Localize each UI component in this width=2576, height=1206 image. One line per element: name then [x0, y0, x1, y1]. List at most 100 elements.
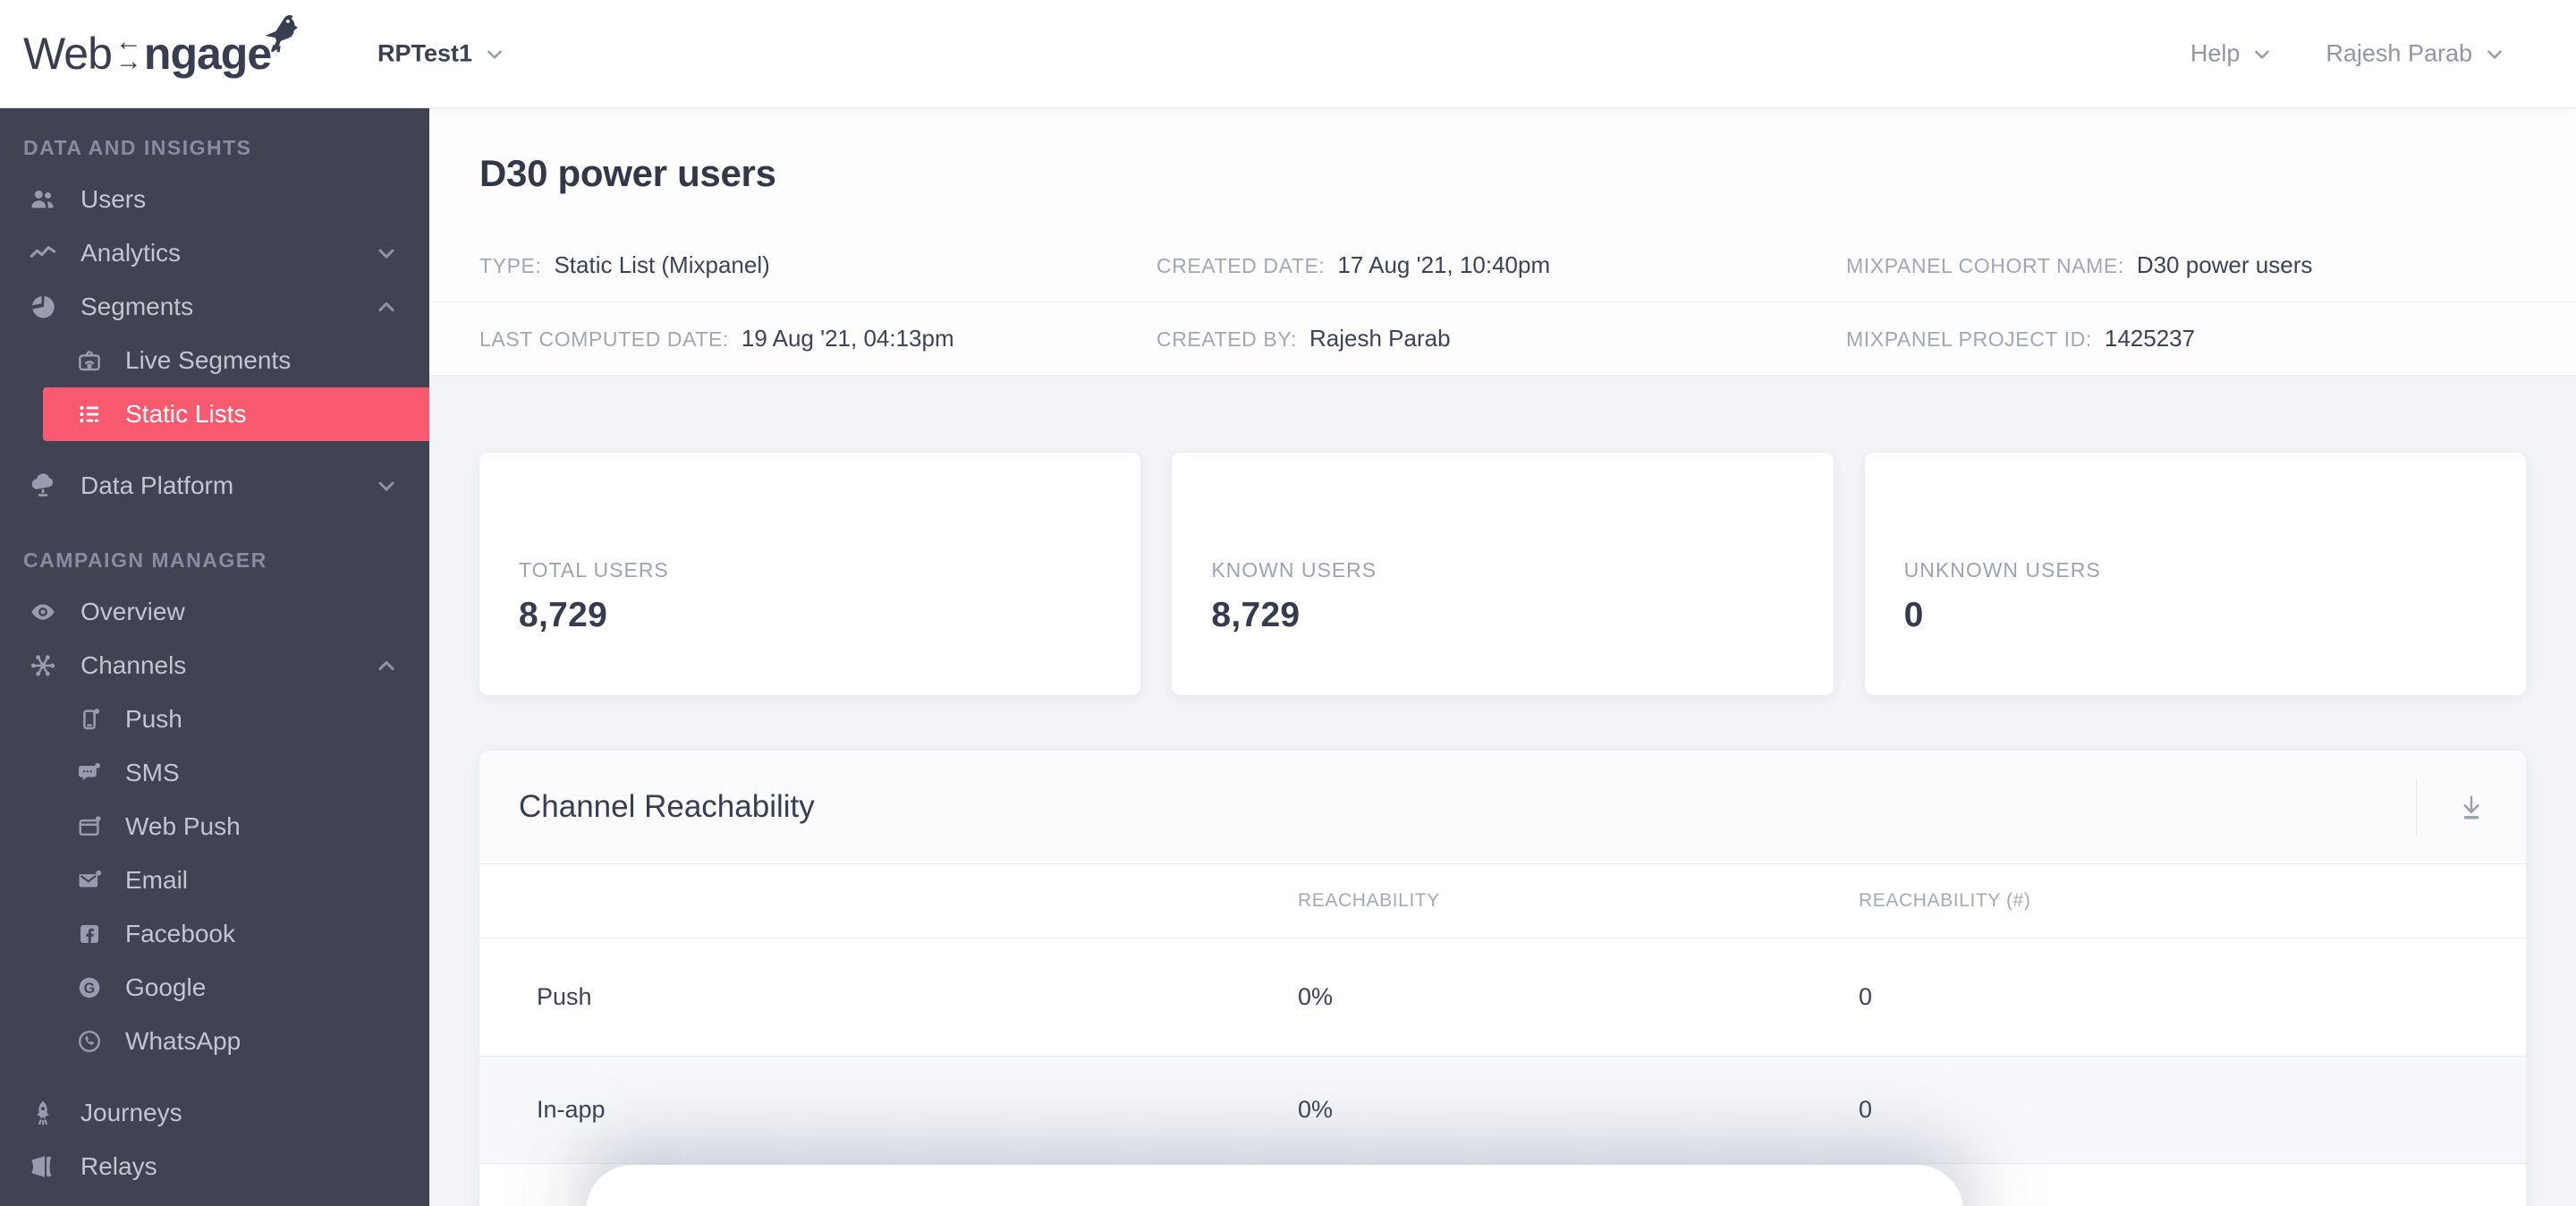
sidebar-item-facebook[interactable]: Facebook — [0, 907, 429, 961]
sidebar-item-google[interactable]: G Google — [0, 961, 429, 1015]
sidebar-item-label: Google — [125, 973, 207, 1001]
logo-arrows-icon: ← → — [114, 27, 142, 76]
sidebar-item-label: Live Segments — [125, 346, 292, 374]
meta-value: 17 Aug '21, 10:40pm — [1337, 251, 1551, 278]
sidebar: DATA AND INSIGHTS Users Analytics Segmen… — [0, 107, 429, 1206]
sidebar-item-channels[interactable]: Channels — [0, 639, 429, 692]
page-header: D30 power users TYPE: Static List (Mixpa… — [429, 107, 2576, 376]
sidebar-item-web-push[interactable]: Web Push — [0, 800, 429, 854]
meta-mixpanel-cohort-name: MIXPANEL COHORT NAME: D30 power users — [1846, 251, 2526, 279]
download-button[interactable] — [2416, 778, 2487, 836]
sidebar-item-segments[interactable]: Segments — [0, 280, 429, 334]
sidebar-item-label: WhatsApp — [125, 1027, 242, 1055]
sidebar-item-label: Static Lists — [125, 400, 247, 428]
sidebar-item-overview[interactable]: Overview — [0, 585, 429, 639]
sidebar-item-label: Data Platform — [80, 471, 234, 499]
total-users-card: TOTAL USERS 8,729 — [479, 453, 1141, 695]
eye-icon — [23, 598, 63, 626]
sidebar-item-label: Relays — [80, 1152, 157, 1180]
stat-value: 8,729 — [519, 596, 608, 634]
stat-label: TOTAL USERS — [519, 558, 669, 582]
webengage-logo[interactable]: Web ← → ngage — [23, 14, 299, 80]
meta-label: LAST COMPUTED DATE: — [479, 327, 729, 351]
webengage-bird-icon — [265, 14, 299, 53]
panel-header: Channel Reachability — [479, 751, 2526, 864]
meta-last-computed-date: LAST COMPUTED DATE: 19 Aug '21, 04:13pm — [479, 325, 1157, 352]
sidebar-item-users[interactable]: Users — [0, 173, 429, 226]
sidebar-item-label: Users — [80, 185, 147, 213]
meta-row-1: TYPE: Static List (Mixpanel) CREATED DAT… — [429, 229, 2576, 302]
table-row-in-app: In-app 0% 0 — [479, 1057, 2526, 1164]
bottom-floating-shadow — [586, 1165, 1963, 1206]
meta-value: D30 power users — [2136, 251, 2313, 278]
sms-channel-icon — [73, 760, 106, 786]
live-segments-icon — [73, 347, 106, 374]
rocket-icon — [23, 1099, 63, 1127]
cell-channel: In-app — [537, 1096, 606, 1123]
segments-icon — [23, 293, 63, 321]
web-push-channel-icon — [73, 813, 106, 840]
meta-label: MIXPANEL PROJECT ID: — [1846, 327, 2092, 351]
sidebar-item-push[interactable]: Push — [0, 692, 429, 746]
chevron-down-icon — [487, 49, 502, 59]
sidebar-item-label: Web Push — [125, 812, 241, 840]
user-menu[interactable]: Rajesh Parab — [2326, 40, 2506, 68]
sidebar-item-label: Analytics — [80, 239, 182, 267]
user-name: Rajesh Parab — [2326, 39, 2472, 67]
data-platform-icon — [23, 471, 63, 500]
cell-reachability: 0% — [1298, 983, 1334, 1010]
column-header-reachability: REACHABILITY — [1298, 890, 1440, 911]
analytics-icon — [23, 239, 63, 268]
sidebar-item-email[interactable]: Email — [0, 854, 429, 907]
logo-text-web: Web — [23, 29, 113, 79]
cell-reachability-count: 0 — [1859, 983, 1873, 1010]
svg-text:G: G — [84, 981, 96, 997]
unknown-users-card: UNKNOWN USERS 0 — [1864, 453, 2526, 695]
webengage-app: Web ←→ ngage RPTest1 Help Rajesh Parab — [0, 0, 2576, 1206]
facebook-icon — [73, 921, 106, 947]
project-selector[interactable]: RPTest1 — [377, 40, 506, 68]
sidebar-item-label: Channels — [80, 651, 187, 679]
cell-channel: Push — [537, 983, 592, 1010]
sidebar-item-sms[interactable]: SMS — [0, 746, 429, 800]
meta-label: TYPE: — [479, 254, 542, 277]
download-icon — [2463, 795, 2479, 820]
meta-value: Static List (Mixpanel) — [554, 251, 770, 278]
meta-mixpanel-project-id: MIXPANEL PROJECT ID: 1425237 — [1846, 325, 2526, 352]
sidebar-item-data-platform[interactable]: Data Platform — [0, 459, 429, 513]
sidebar-item-whatsapp[interactable]: WhatsApp — [0, 1015, 429, 1068]
meta-value: Rajesh Parab — [1309, 325, 1451, 352]
meta-value: 19 Aug '21, 04:13pm — [741, 325, 954, 352]
chevron-down-icon — [374, 241, 399, 266]
sidebar-item-label: Push — [125, 705, 182, 733]
help-label: Help — [2190, 39, 2241, 67]
users-icon — [23, 185, 63, 214]
topbar-right: Help Rajesh Parab — [2190, 40, 2506, 68]
sidebar-item-live-segments[interactable]: Live Segments — [0, 334, 429, 387]
topbar: Web ← → ngage RPTest1 Help Rajesh Parab — [0, 0, 2576, 107]
sidebar-item-label: Facebook — [125, 920, 235, 947]
sidebar-item-relays[interactable]: Relays — [0, 1140, 429, 1193]
stat-label: KNOWN USERS — [1211, 558, 1377, 582]
sidebar-section-data-and-insights: DATA AND INSIGHTS — [23, 136, 252, 159]
sidebar-item-static-lists[interactable]: Static Lists — [43, 387, 429, 441]
meta-label: CREATED DATE: — [1157, 254, 1326, 277]
sidebar-item-journeys[interactable]: Journeys — [0, 1086, 429, 1140]
stat-value: 8,729 — [1211, 596, 1301, 634]
whatsapp-icon — [73, 1028, 106, 1055]
cell-reachability: 0% — [1298, 1096, 1334, 1123]
channels-icon — [23, 651, 63, 680]
table-row-push: Push 0% 0 — [479, 938, 2526, 1057]
sidebar-item-label: Overview — [80, 598, 185, 625]
logo-text-ngage: ngage — [143, 29, 272, 79]
chevron-down-icon — [2487, 49, 2502, 59]
meta-value: 1425237 — [2104, 325, 2196, 352]
sidebar-item-analytics[interactable]: Analytics — [0, 226, 429, 280]
stat-label: UNKNOWN USERS — [1903, 558, 2101, 582]
meta-label: MIXPANEL COHORT NAME: — [1846, 254, 2124, 277]
stats-cards: TOTAL USERS 8,729 KNOWN USERS 8,729 UNKN… — [429, 376, 2576, 695]
help-menu[interactable]: Help — [2190, 40, 2275, 68]
push-channel-icon — [73, 706, 106, 733]
sidebar-item-label: SMS — [125, 759, 180, 786]
page-title: D30 power users — [479, 152, 776, 194]
